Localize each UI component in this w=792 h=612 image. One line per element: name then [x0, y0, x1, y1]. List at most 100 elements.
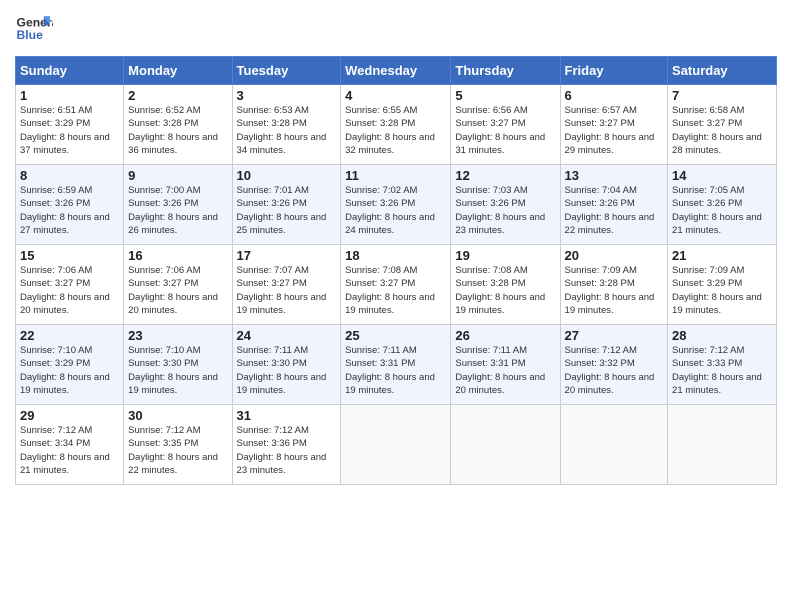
calendar-cell: 1Sunrise: 6:51 AMSunset: 3:29 PMDaylight… [16, 85, 124, 165]
calendar-cell: 30Sunrise: 7:12 AMSunset: 3:35 PMDayligh… [124, 405, 232, 485]
calendar-week-4: 22Sunrise: 7:10 AMSunset: 3:29 PMDayligh… [16, 325, 777, 405]
calendar-cell: 3Sunrise: 6:53 AMSunset: 3:28 PMDaylight… [232, 85, 341, 165]
calendar-cell: 15Sunrise: 7:06 AMSunset: 3:27 PMDayligh… [16, 245, 124, 325]
calendar-cell [341, 405, 451, 485]
day-number: 11 [345, 168, 446, 183]
day-number: 3 [237, 88, 337, 103]
day-number: 8 [20, 168, 119, 183]
calendar-week-3: 15Sunrise: 7:06 AMSunset: 3:27 PMDayligh… [16, 245, 777, 325]
day-detail: Sunrise: 7:08 AMSunset: 3:28 PMDaylight:… [455, 264, 555, 317]
day-detail: Sunrise: 7:09 AMSunset: 3:28 PMDaylight:… [565, 264, 664, 317]
day-number: 9 [128, 168, 227, 183]
day-number: 18 [345, 248, 446, 263]
weekday-header-thursday: Thursday [451, 57, 560, 85]
calendar-cell: 27Sunrise: 7:12 AMSunset: 3:32 PMDayligh… [560, 325, 668, 405]
day-detail: Sunrise: 7:12 AMSunset: 3:35 PMDaylight:… [128, 424, 227, 477]
day-detail: Sunrise: 7:04 AMSunset: 3:26 PMDaylight:… [565, 184, 664, 237]
calendar-cell: 31Sunrise: 7:12 AMSunset: 3:36 PMDayligh… [232, 405, 341, 485]
calendar-cell: 6Sunrise: 6:57 AMSunset: 3:27 PMDaylight… [560, 85, 668, 165]
day-number: 29 [20, 408, 119, 423]
calendar-cell: 26Sunrise: 7:11 AMSunset: 3:31 PMDayligh… [451, 325, 560, 405]
calendar-cell [451, 405, 560, 485]
calendar: SundayMondayTuesdayWednesdayThursdayFrid… [15, 56, 777, 485]
weekday-header-row: SundayMondayTuesdayWednesdayThursdayFrid… [16, 57, 777, 85]
day-detail: Sunrise: 6:53 AMSunset: 3:28 PMDaylight:… [237, 104, 337, 157]
day-number: 10 [237, 168, 337, 183]
day-number: 13 [565, 168, 664, 183]
calendar-cell: 5Sunrise: 6:56 AMSunset: 3:27 PMDaylight… [451, 85, 560, 165]
calendar-cell: 18Sunrise: 7:08 AMSunset: 3:27 PMDayligh… [341, 245, 451, 325]
day-detail: Sunrise: 6:58 AMSunset: 3:27 PMDaylight:… [672, 104, 772, 157]
day-number: 26 [455, 328, 555, 343]
day-detail: Sunrise: 7:08 AMSunset: 3:27 PMDaylight:… [345, 264, 446, 317]
weekday-header-tuesday: Tuesday [232, 57, 341, 85]
day-number: 31 [237, 408, 337, 423]
day-detail: Sunrise: 7:12 AMSunset: 3:32 PMDaylight:… [565, 344, 664, 397]
calendar-cell: 11Sunrise: 7:02 AMSunset: 3:26 PMDayligh… [341, 165, 451, 245]
day-number: 15 [20, 248, 119, 263]
day-number: 2 [128, 88, 227, 103]
day-detail: Sunrise: 7:10 AMSunset: 3:29 PMDaylight:… [20, 344, 119, 397]
day-detail: Sunrise: 6:59 AMSunset: 3:26 PMDaylight:… [20, 184, 119, 237]
day-detail: Sunrise: 7:06 AMSunset: 3:27 PMDaylight:… [128, 264, 227, 317]
calendar-cell: 22Sunrise: 7:10 AMSunset: 3:29 PMDayligh… [16, 325, 124, 405]
calendar-week-2: 8Sunrise: 6:59 AMSunset: 3:26 PMDaylight… [16, 165, 777, 245]
day-number: 23 [128, 328, 227, 343]
day-number: 1 [20, 88, 119, 103]
day-number: 22 [20, 328, 119, 343]
day-detail: Sunrise: 7:12 AMSunset: 3:36 PMDaylight:… [237, 424, 337, 477]
calendar-cell: 19Sunrise: 7:08 AMSunset: 3:28 PMDayligh… [451, 245, 560, 325]
day-detail: Sunrise: 7:07 AMSunset: 3:27 PMDaylight:… [237, 264, 337, 317]
day-detail: Sunrise: 6:55 AMSunset: 3:28 PMDaylight:… [345, 104, 446, 157]
calendar-cell: 20Sunrise: 7:09 AMSunset: 3:28 PMDayligh… [560, 245, 668, 325]
logo: General Blue [15, 10, 53, 48]
day-detail: Sunrise: 7:11 AMSunset: 3:31 PMDaylight:… [345, 344, 446, 397]
day-detail: Sunrise: 7:11 AMSunset: 3:30 PMDaylight:… [237, 344, 337, 397]
calendar-cell: 25Sunrise: 7:11 AMSunset: 3:31 PMDayligh… [341, 325, 451, 405]
calendar-cell: 29Sunrise: 7:12 AMSunset: 3:34 PMDayligh… [16, 405, 124, 485]
day-detail: Sunrise: 6:57 AMSunset: 3:27 PMDaylight:… [565, 104, 664, 157]
weekday-header-friday: Friday [560, 57, 668, 85]
day-number: 25 [345, 328, 446, 343]
day-detail: Sunrise: 7:03 AMSunset: 3:26 PMDaylight:… [455, 184, 555, 237]
day-number: 16 [128, 248, 227, 263]
day-detail: Sunrise: 6:56 AMSunset: 3:27 PMDaylight:… [455, 104, 555, 157]
day-number: 5 [455, 88, 555, 103]
calendar-cell: 8Sunrise: 6:59 AMSunset: 3:26 PMDaylight… [16, 165, 124, 245]
calendar-cell: 28Sunrise: 7:12 AMSunset: 3:33 PMDayligh… [668, 325, 777, 405]
day-detail: Sunrise: 6:52 AMSunset: 3:28 PMDaylight:… [128, 104, 227, 157]
calendar-cell: 23Sunrise: 7:10 AMSunset: 3:30 PMDayligh… [124, 325, 232, 405]
day-number: 30 [128, 408, 227, 423]
calendar-cell: 13Sunrise: 7:04 AMSunset: 3:26 PMDayligh… [560, 165, 668, 245]
day-number: 19 [455, 248, 555, 263]
day-number: 17 [237, 248, 337, 263]
calendar-cell: 12Sunrise: 7:03 AMSunset: 3:26 PMDayligh… [451, 165, 560, 245]
calendar-cell: 4Sunrise: 6:55 AMSunset: 3:28 PMDaylight… [341, 85, 451, 165]
calendar-cell: 7Sunrise: 6:58 AMSunset: 3:27 PMDaylight… [668, 85, 777, 165]
calendar-cell: 24Sunrise: 7:11 AMSunset: 3:30 PMDayligh… [232, 325, 341, 405]
day-number: 27 [565, 328, 664, 343]
calendar-cell: 16Sunrise: 7:06 AMSunset: 3:27 PMDayligh… [124, 245, 232, 325]
logo-icon: General Blue [15, 10, 53, 48]
day-number: 7 [672, 88, 772, 103]
svg-text:Blue: Blue [17, 28, 44, 42]
day-number: 14 [672, 168, 772, 183]
day-number: 6 [565, 88, 664, 103]
weekday-header-sunday: Sunday [16, 57, 124, 85]
day-detail: Sunrise: 7:00 AMSunset: 3:26 PMDaylight:… [128, 184, 227, 237]
day-number: 12 [455, 168, 555, 183]
day-detail: Sunrise: 7:12 AMSunset: 3:33 PMDaylight:… [672, 344, 772, 397]
calendar-cell: 10Sunrise: 7:01 AMSunset: 3:26 PMDayligh… [232, 165, 341, 245]
day-number: 21 [672, 248, 772, 263]
day-detail: Sunrise: 7:09 AMSunset: 3:29 PMDaylight:… [672, 264, 772, 317]
day-detail: Sunrise: 7:06 AMSunset: 3:27 PMDaylight:… [20, 264, 119, 317]
day-detail: Sunrise: 6:51 AMSunset: 3:29 PMDaylight:… [20, 104, 119, 157]
calendar-cell: 14Sunrise: 7:05 AMSunset: 3:26 PMDayligh… [668, 165, 777, 245]
weekday-header-saturday: Saturday [668, 57, 777, 85]
day-number: 24 [237, 328, 337, 343]
day-detail: Sunrise: 7:12 AMSunset: 3:34 PMDaylight:… [20, 424, 119, 477]
calendar-cell [560, 405, 668, 485]
day-detail: Sunrise: 7:11 AMSunset: 3:31 PMDaylight:… [455, 344, 555, 397]
calendar-cell: 17Sunrise: 7:07 AMSunset: 3:27 PMDayligh… [232, 245, 341, 325]
calendar-cell [668, 405, 777, 485]
